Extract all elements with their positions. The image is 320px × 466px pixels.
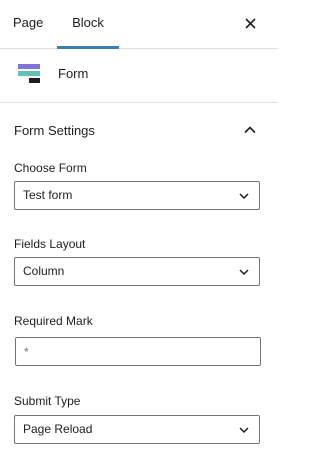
block-title: Form [58,66,89,81]
close-icon [245,18,256,29]
tab-block-label: Block [72,15,104,30]
block-card: Form [0,49,278,103]
choose-form-label: Choose Form [14,161,87,175]
form-settings-panel-toggle[interactable]: Form Settings [0,103,278,153]
form-block-icon [17,62,43,86]
choose-form-select[interactable]: Test form [14,181,260,210]
fields-layout-label: Fields Layout [14,237,86,251]
tab-page[interactable]: Page [13,0,47,48]
submit-type-value: Page Reload [23,422,93,436]
panel-title: Form Settings [14,123,95,138]
required-mark-label: Required Mark [14,314,93,328]
chevron-up-icon [244,126,256,134]
tab-block[interactable]: Block [57,0,119,49]
sidebar-tabs: Page Block [0,0,278,49]
fields-layout-value: Column [23,264,65,278]
chevron-down-icon [239,427,249,434]
close-button[interactable] [240,13,262,35]
chevron-down-icon [239,193,249,200]
submit-type-label: Submit Type [14,394,81,408]
choose-form-value: Test form [23,188,73,202]
required-mark-input[interactable] [15,337,261,366]
fields-layout-select[interactable]: Column [14,257,260,286]
submit-type-select[interactable]: Page Reload [14,415,260,444]
chevron-down-icon [239,269,249,276]
tab-page-label: Page [13,15,44,30]
